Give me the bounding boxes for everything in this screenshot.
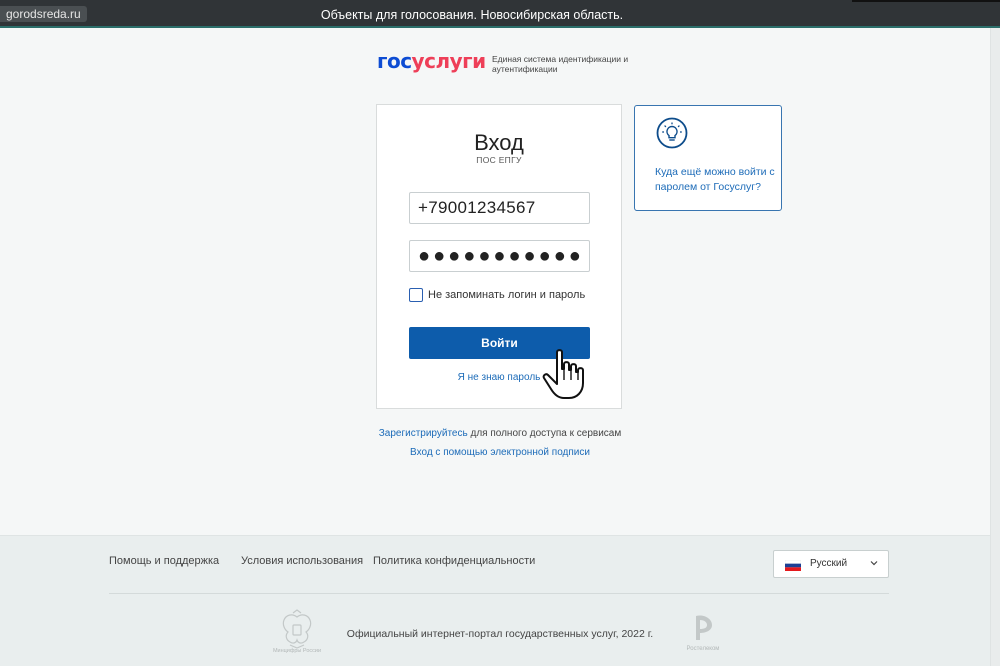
page-title: Объекты для голосования. Новосибирская о… — [320, 8, 624, 22]
footer-copyright: Официальный интернет-портал государствен… — [346, 628, 654, 640]
lightbulb-icon — [656, 117, 688, 149]
phone-input[interactable] — [409, 192, 590, 224]
password-input[interactable] — [409, 240, 590, 272]
page-footer: Помощь и поддержка Условия использования… — [0, 535, 990, 666]
login-subheading: ПОС ЕПГУ — [476, 155, 522, 165]
top-bar-accent-line — [0, 26, 1000, 28]
footer-link-privacy[interactable]: Политика конфиденциальности — [373, 555, 535, 567]
register-rest-text: для полного доступа к сервисам — [467, 428, 622, 439]
logo-subtitle: Единая система идентификации и аутентифи… — [492, 54, 629, 74]
remember-label[interactable]: Не запоминать логин и пароль — [428, 289, 585, 301]
language-select[interactable]: Русский — [773, 550, 889, 578]
register-line: Зарегистрируйтесь для полного доступа к … — [0, 428, 1000, 439]
chevron-down-icon — [870, 561, 878, 566]
logo-word-part1: гос — [377, 49, 412, 73]
operator-caption: Ростелеком — [686, 646, 720, 652]
remember-row[interactable]: Не запоминать логин и пароль — [409, 287, 585, 302]
logo-word-part2: услуги — [411, 49, 487, 73]
top-bar-dark-strip — [852, 0, 1000, 2]
language-label[interactable]: Русский — [810, 558, 847, 569]
footer-link-help[interactable]: Помощь и поддержка — [109, 555, 219, 567]
hint-text[interactable]: Куда ещё можно войти с паролем от Госусл… — [655, 165, 775, 195]
login-heading: Вход — [474, 130, 524, 155]
footer-link-terms[interactable]: Условия использования — [241, 555, 363, 567]
hint-card[interactable]: Куда ещё можно войти с паролем от Госусл… — [634, 105, 782, 211]
emblem-caption: Минцифры России — [272, 648, 322, 654]
logo-wordmark: госуслуги — [377, 50, 486, 72]
rostelecom-logo-icon — [696, 615, 712, 640]
esign-login-link[interactable]: Вход с помощью электронной подписи — [0, 447, 1000, 458]
browser-top-bar: gorodsreda.ru Объекты для голосования. Н… — [0, 0, 1000, 28]
hand-pointer-cursor-icon — [542, 349, 584, 399]
russia-flag-icon — [785, 560, 801, 571]
remember-checkbox[interactable] — [409, 287, 423, 302]
footer-divider — [109, 593, 889, 594]
page-scrollbar[interactable] — [990, 28, 1000, 666]
register-link[interactable]: Зарегистрируйтесь — [379, 428, 468, 439]
